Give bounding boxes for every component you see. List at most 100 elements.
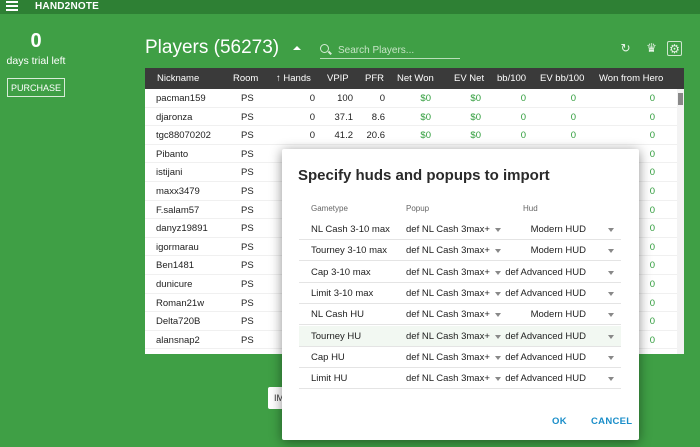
cell-won-from-hero: 0 (649, 241, 655, 253)
cell-nickname: dunicure (156, 278, 193, 290)
chevron-down-icon[interactable] (608, 270, 614, 275)
popup-select[interactable]: def NL Cash 3max+ (406, 224, 490, 235)
chevron-down-icon[interactable] (608, 377, 614, 382)
chevron-down-icon[interactable] (608, 334, 614, 339)
popup-select[interactable]: def NL Cash 3max+ (406, 373, 490, 384)
popup-select[interactable]: def NL Cash 3max+ (406, 288, 490, 299)
chevron-down-icon[interactable] (608, 355, 614, 360)
chevron-down-icon[interactable] (608, 291, 614, 296)
cell-won-from-hero: 0 (649, 260, 655, 272)
dialog-row: Limit 3-10 max def NL Cash 3max+ def Advan… (299, 283, 621, 304)
chevron-down-icon[interactable] (495, 377, 501, 382)
cell-vpip: 37.1 (334, 111, 354, 123)
ok-button[interactable]: OK (552, 416, 567, 427)
col-won-from-hero[interactable]: Won from Hero (599, 73, 663, 84)
cell-room: PS (241, 167, 254, 179)
col-nickname[interactable]: Nickname (157, 73, 199, 84)
cell-hands: 0 (309, 111, 315, 123)
hud-select[interactable]: def Advanced HUD (505, 373, 586, 384)
chevron-down-icon[interactable] (608, 313, 614, 318)
cell-nickname: alansnap2 (156, 334, 200, 346)
cell-bb100: 0 (520, 93, 526, 104)
hud-select[interactable]: def Advanced HUD (505, 352, 586, 363)
col-hands[interactable]: ↑ Hands (276, 73, 311, 84)
chevron-down-icon[interactable] (495, 313, 501, 318)
col-ev-bb100[interactable]: EV bb/100 (540, 73, 584, 84)
chevron-down-icon[interactable] (495, 249, 501, 254)
cell-room: PS (241, 241, 254, 253)
chevron-down-icon[interactable] (495, 334, 501, 339)
gametype-label: Limit HU (311, 373, 348, 385)
cell-hands: 0 (309, 130, 315, 142)
trial-panel: 0 days trial left (0, 30, 72, 67)
col-vpip[interactable]: VPIP (327, 73, 349, 84)
col-room[interactable]: Room (233, 73, 258, 84)
cell-ev-bb100: 0 (570, 130, 576, 142)
cell-won-from-hero: 0 (649, 334, 655, 346)
chevron-down-icon[interactable] (495, 228, 501, 232)
cell-won-from-hero: 0 (649, 278, 655, 290)
cell-nickname: maxx3479 (156, 185, 200, 197)
cell-nickname: istijani (156, 167, 183, 179)
col-ev-net[interactable]: EV Net (454, 73, 484, 84)
cell-vpip: 100 (337, 93, 353, 104)
col-pfr[interactable]: PFR (365, 73, 384, 84)
table-row[interactable]: tgc88070202 PS 0 41.2 20.6 $0 $0 0 0 0 (145, 126, 677, 145)
trial-days-label: days trial left (6, 55, 66, 67)
menu-icon[interactable] (6, 1, 18, 11)
table-row[interactable]: pacman159 PS 0 100 0 $0 $0 0 0 0 (145, 89, 677, 108)
refresh-icon[interactable]: ↻ (618, 41, 633, 56)
hud-select[interactable]: def Advanced HUD (505, 331, 586, 342)
popup-select[interactable]: def NL Cash 3max+ (406, 352, 490, 363)
cell-won-from-hero: 0 (649, 316, 655, 328)
cell-room: PS (241, 223, 254, 235)
dialog-row: NL Cash HU def NL Cash 3max+ Modern HUD (299, 304, 621, 326)
purchase-button[interactable]: PURCHASE (7, 78, 65, 97)
cell-ev-bb100: 0 (570, 93, 576, 104)
cell-ev-net: $0 (470, 111, 481, 123)
search-input[interactable] (338, 43, 456, 57)
popup-select[interactable]: def NL Cash 3max+ (406, 309, 490, 320)
gametype-label: Cap HU (311, 351, 345, 363)
hud-select[interactable]: Modern HUD (531, 309, 586, 320)
chevron-down-icon[interactable] (495, 291, 501, 296)
popup-select[interactable]: def NL Cash 3max+ (406, 331, 490, 342)
cell-won-from-hero: 0 (649, 167, 655, 179)
trophy-icon[interactable]: ♛ (644, 41, 659, 56)
cell-nickname: Pibanto (156, 148, 189, 160)
gear-icon[interactable]: ⚙ (667, 41, 682, 56)
dialog-row: Limit HU def NL Cash 3max+ def Advanced HU… (299, 368, 621, 390)
col-bb100[interactable]: bb/100 (497, 73, 526, 84)
chevron-down-icon[interactable] (608, 249, 614, 254)
hud-select[interactable]: Modern HUD (531, 245, 586, 256)
hud-select[interactable]: Modern HUD (531, 224, 586, 235)
cell-room: PS (241, 111, 254, 123)
chevron-down-icon[interactable] (608, 228, 614, 232)
table-row[interactable]: djaronza PS 0 37.1 8.6 $0 $0 0 0 0 (145, 108, 677, 127)
cell-pfr: 0 (379, 93, 385, 104)
cell-room: PS (241, 130, 254, 142)
search-box (320, 42, 460, 59)
popup-select[interactable]: def NL Cash 3max+ (406, 245, 490, 256)
cancel-button[interactable]: CANCEL (591, 416, 632, 427)
cell-won-from-hero: 0 (649, 185, 655, 197)
search-icon (320, 44, 329, 53)
cell-nickname: F.salam57 (156, 204, 200, 216)
caret-up-icon[interactable] (293, 46, 301, 50)
cell-ev-bb100: 0 (570, 111, 576, 123)
chevron-down-icon[interactable] (495, 270, 501, 275)
cell-ev-net: $0 (470, 130, 481, 142)
hud-select[interactable]: def Advanced HUD (505, 288, 586, 299)
hud-select[interactable]: def Advanced HUD (505, 267, 586, 278)
cell-room: PS (241, 278, 254, 290)
popup-select[interactable]: def NL Cash 3max+ (406, 267, 490, 278)
col-net-won[interactable]: Net Won (397, 73, 434, 84)
table-scrollbar[interactable] (677, 89, 684, 354)
cell-nickname: Roman21w (156, 297, 205, 309)
gametype-label: Tourney HU (311, 330, 362, 342)
scrollbar-thumb[interactable] (678, 93, 683, 105)
chevron-down-icon[interactable] (495, 355, 501, 360)
header-gametype: Gametype (311, 204, 348, 213)
trial-days-count: 0 (30, 30, 42, 52)
cell-bb100: 0 (520, 111, 526, 123)
